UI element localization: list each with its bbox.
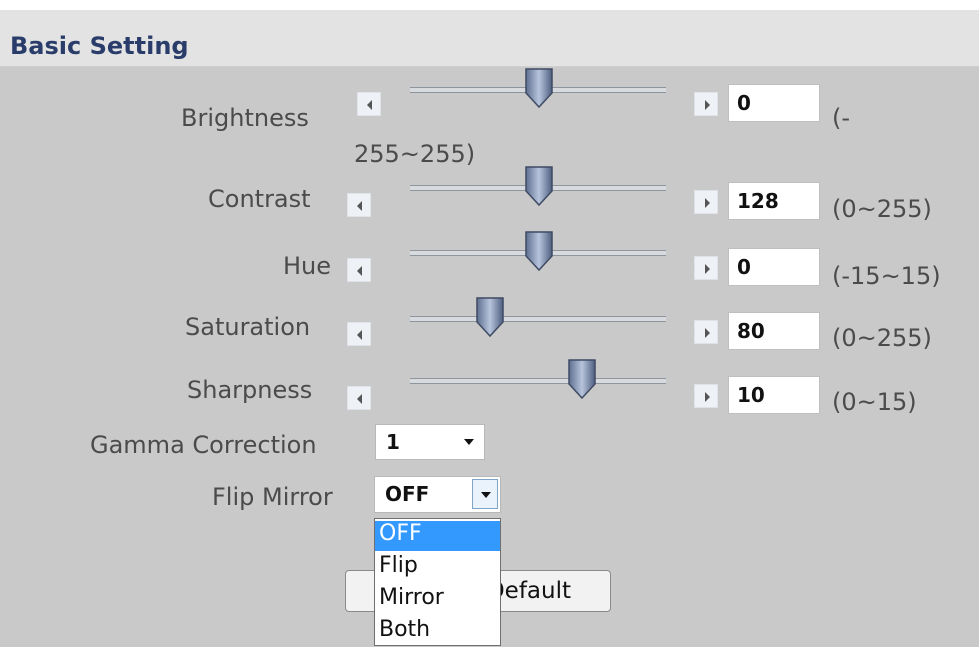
hue-label: Hue <box>283 252 332 280</box>
saturation-range: (0~255) <box>832 324 932 352</box>
sharpness-range: (0~15) <box>832 388 917 416</box>
sharpness-label: Sharpness <box>187 376 313 404</box>
saturation-label: Saturation <box>185 313 311 341</box>
brightness-decrease-button[interactable] <box>357 92 381 116</box>
contrast-input[interactable]: 128 <box>728 182 820 220</box>
contrast-label: Contrast <box>208 185 311 213</box>
contrast-increase-button[interactable] <box>694 190 718 214</box>
arrow-right-icon <box>705 328 710 338</box>
gamma-correction-select[interactable]: 1 <box>375 424 485 460</box>
arrow-right-icon <box>705 264 710 274</box>
section-title: Basic Setting <box>10 32 189 60</box>
gamma-correction-value: 1 <box>386 430 400 454</box>
arrow-right-icon <box>705 100 710 110</box>
arrow-left-icon <box>357 394 362 404</box>
saturation-decrease-button[interactable] <box>347 322 371 346</box>
gamma-correction-label: Gamma Correction <box>90 431 317 459</box>
contrast-slider-thumb[interactable] <box>523 165 555 207</box>
section-header: Basic Setting <box>0 10 979 67</box>
flip-mirror-dropdown-list: OFF Flip Mirror Both <box>374 518 501 646</box>
arrow-left-icon <box>367 100 372 110</box>
sharpness-decrease-button[interactable] <box>347 386 371 410</box>
saturation-slider-track[interactable] <box>410 316 666 322</box>
flip-mirror-label: Flip Mirror <box>212 483 333 511</box>
saturation-increase-button[interactable] <box>694 320 718 344</box>
arrow-left-icon <box>357 330 362 340</box>
chevron-down-icon <box>456 427 482 457</box>
hue-decrease-button[interactable] <box>347 258 371 282</box>
arrow-left-icon <box>357 201 362 211</box>
sharpness-slider-track[interactable] <box>410 378 666 384</box>
dropdown-option-mirror[interactable]: Mirror <box>375 585 500 615</box>
chevron-down-icon[interactable] <box>472 479 498 509</box>
hue-slider-thumb[interactable] <box>523 230 555 272</box>
flip-mirror-select[interactable]: OFF <box>374 476 501 513</box>
brightness-increase-button[interactable] <box>694 92 718 116</box>
dropdown-option-off[interactable]: OFF <box>375 521 500 551</box>
flip-mirror-value: OFF <box>385 482 430 506</box>
sharpness-input[interactable]: 10 <box>728 376 820 414</box>
dropdown-option-flip[interactable]: Flip <box>375 553 500 583</box>
sharpness-increase-button[interactable] <box>694 384 718 408</box>
brightness-slider-thumb[interactable] <box>523 67 555 109</box>
brightness-input[interactable]: 0 <box>728 84 820 122</box>
arrow-left-icon <box>357 266 362 276</box>
hue-input[interactable]: 0 <box>728 248 820 286</box>
brightness-label: Brightness <box>181 104 309 132</box>
dropdown-option-both[interactable]: Both <box>375 617 500 647</box>
arrow-right-icon <box>705 198 710 208</box>
saturation-slider-thumb[interactable] <box>474 296 506 338</box>
brightness-range-continued: 255~255) <box>354 140 476 168</box>
sharpness-slider-thumb[interactable] <box>566 358 598 400</box>
saturation-input[interactable]: 80 <box>728 312 820 350</box>
contrast-decrease-button[interactable] <box>347 193 371 217</box>
brightness-range: (- <box>832 104 851 132</box>
arrow-right-icon <box>705 392 710 402</box>
hue-increase-button[interactable] <box>694 256 718 280</box>
contrast-range: (0~255) <box>832 195 932 223</box>
hue-range: (-15~15) <box>832 262 941 290</box>
